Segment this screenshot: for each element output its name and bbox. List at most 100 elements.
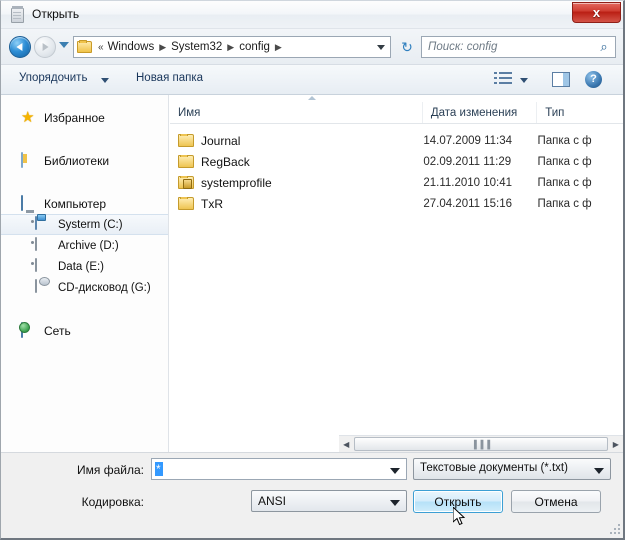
breadcrumb-system32[interactable]: System32: [169, 41, 224, 53]
table-row[interactable]: TxR 27.04.2011 15:16 Папка с ф: [170, 193, 623, 214]
help-icon[interactable]: ?: [585, 71, 602, 88]
file-name-cell: RegBack: [170, 154, 423, 169]
sidebar-item-drive-g[interactable]: CD-дисковод (G:): [1, 277, 168, 298]
file-name-text: TxR: [201, 196, 223, 211]
file-date-cell: 14.07.2009 11:34: [423, 134, 513, 147]
file-name-cell: systemprofile: [170, 175, 423, 190]
filename-label: Имя файла:: [77, 463, 144, 477]
filetype-value: Текстовые документы (*.txt): [420, 462, 568, 474]
recent-locations-button[interactable]: [59, 42, 69, 48]
encoding-label: Кодировка:: [81, 495, 144, 509]
table-row[interactable]: RegBack 02.09.2011 11:29 Папка с ф: [170, 151, 623, 172]
new-folder-button[interactable]: Новая папка: [136, 72, 203, 84]
sidebar-item-label: Компьютер: [44, 196, 107, 211]
folder-icon: [178, 154, 194, 168]
folder-icon: [178, 133, 194, 147]
search-placeholder: Поиск: config: [428, 41, 498, 53]
filename-value: *: [155, 462, 163, 476]
star-icon: ★: [21, 108, 35, 126]
sidebar-item-drive-c[interactable]: Systerm (C:): [1, 214, 168, 235]
sidebar-item-label: Systerm (C:): [58, 218, 123, 231]
back-arrow-icon: [16, 43, 23, 51]
column-headers: Имя Дата изменения Тип: [170, 102, 623, 124]
folder-icon: [77, 40, 92, 53]
sidebar-item-label: Data (E:): [58, 260, 105, 273]
filetype-dropdown[interactable]: Текстовые документы (*.txt): [413, 458, 611, 480]
breadcrumb-config[interactable]: config: [237, 41, 272, 53]
title-bar: Открыть x: [1, 1, 623, 29]
organize-button[interactable]: Упорядочить: [19, 72, 87, 84]
chevron-down-icon[interactable]: [594, 468, 604, 474]
chevron-down-icon[interactable]: [101, 78, 109, 83]
network-icon: [21, 321, 39, 339]
sidebar-item-libraries[interactable]: Библиотеки: [1, 150, 168, 171]
system-drive-icon: [35, 215, 53, 233]
file-type-cell: Папка с ф: [537, 176, 592, 189]
command-toolbar: Упорядочить Новая папка ?: [1, 65, 623, 95]
scroll-left-button[interactable]: ◀: [339, 437, 353, 452]
notepad-icon: [10, 6, 26, 24]
file-list-pane: Имя Дата изменения Тип Journal 14.07.200…: [170, 95, 623, 452]
close-button[interactable]: x: [572, 2, 621, 23]
drive-icon: [35, 257, 53, 275]
chevron-down-icon[interactable]: [377, 45, 385, 50]
window-title: Открыть: [32, 7, 80, 21]
sidebar-item-label: CD-дисковод (G:): [58, 281, 151, 294]
breadcrumb-separator[interactable]: ▶: [224, 42, 237, 53]
sidebar-item-label: Избранное: [44, 110, 105, 125]
sidebar-item-network[interactable]: Сеть: [1, 320, 168, 341]
scroll-right-button[interactable]: ▶: [609, 437, 623, 452]
resize-grip[interactable]: [608, 522, 620, 534]
breadcrumb-separator[interactable]: ▶: [272, 42, 285, 53]
chevron-down-icon[interactable]: [390, 468, 400, 474]
file-date-cell: 21.11.2010 10:41: [423, 176, 513, 189]
sidebar-item-label: Сеть: [44, 323, 71, 338]
cd-drive-icon: [35, 278, 53, 296]
column-header-date[interactable]: Дата изменения: [423, 102, 538, 123]
sidebar-item-label: Библиотеки: [44, 153, 110, 168]
file-date-cell: 02.09.2011 11:29: [423, 155, 512, 168]
file-name-text: Journal: [201, 133, 241, 148]
back-button[interactable]: [9, 36, 31, 58]
sidebar-item-label: Archive (D:): [58, 239, 119, 252]
sort-ascending-icon: [308, 96, 316, 100]
chevron-down-icon[interactable]: [520, 78, 528, 83]
breadcrumb-overflow[interactable]: «: [96, 42, 106, 53]
horizontal-scrollbar[interactable]: ◀ ▐▐▐ ▶: [339, 435, 623, 452]
table-row[interactable]: Journal 14.07.2009 11:34 Папка с ф: [170, 130, 623, 151]
refresh-icon: ↻: [401, 38, 413, 55]
dialog-footer: Имя файла: * Текстовые документы (*.txt)…: [1, 452, 623, 536]
breadcrumb-separator[interactable]: ▶: [156, 42, 169, 53]
drive-icon: [35, 236, 53, 254]
column-header-type[interactable]: Тип: [537, 102, 623, 123]
forward-button[interactable]: [34, 36, 56, 58]
preview-pane-icon[interactable]: [552, 72, 570, 87]
open-button[interactable]: Открыть: [413, 490, 503, 513]
folder-icon: [178, 196, 194, 210]
cancel-button[interactable]: Отмена: [511, 490, 601, 513]
sidebar-item-favorites[interactable]: ★ Избранное: [1, 107, 168, 128]
refresh-button[interactable]: ↻: [395, 36, 419, 58]
scrollbar-thumb[interactable]: ▐▐▐: [354, 437, 608, 451]
breadcrumb-windows[interactable]: Windows: [106, 41, 157, 53]
encoding-value: ANSI: [258, 494, 287, 508]
table-row[interactable]: systemprofile 21.11.2010 10:41 Папка с ф: [170, 172, 623, 193]
sort-indicator-strip: [170, 95, 623, 102]
file-name-text: systemprofile: [201, 175, 272, 190]
filename-input[interactable]: *: [151, 458, 407, 480]
encoding-dropdown[interactable]: ANSI: [251, 490, 407, 512]
chevron-down-icon[interactable]: [390, 500, 400, 506]
address-bar[interactable]: « Windows ▶ System32 ▶ config ▶: [73, 36, 391, 58]
view-list-icon[interactable]: [494, 72, 512, 87]
file-name-cell: TxR: [170, 196, 423, 211]
sidebar-item-drive-e[interactable]: Data (E:): [1, 256, 168, 277]
file-type-cell: Папка с ф: [537, 197, 592, 210]
open-file-dialog: Открыть x « Windows ▶ System32 ▶ config …: [0, 0, 625, 540]
file-type-cell: Папка с ф: [537, 155, 592, 168]
library-icon: [21, 151, 39, 169]
column-header-name[interactable]: Имя: [170, 102, 423, 123]
sidebar-item-drive-d[interactable]: Archive (D:): [1, 235, 168, 256]
sidebar-item-computer[interactable]: Компьютер: [1, 193, 168, 214]
search-input[interactable]: Поиск: config ⌕: [421, 36, 616, 58]
file-name-text: RegBack: [201, 154, 250, 169]
